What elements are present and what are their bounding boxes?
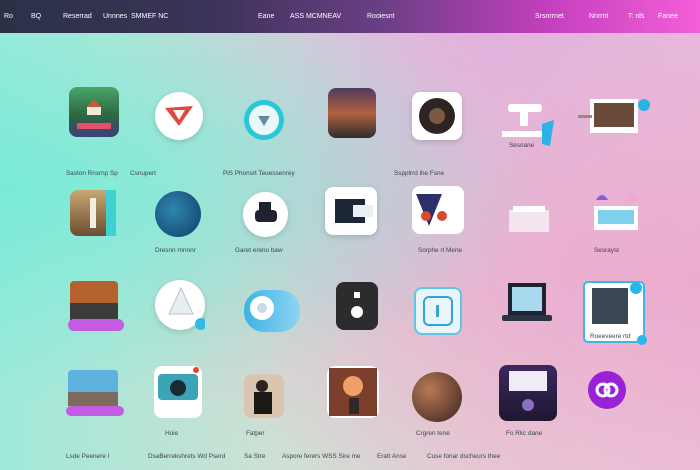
footer-link-3[interactable]: Sa Stre [244,453,265,460]
laptop-icon[interactable] [502,281,552,325]
menu-item-8[interactable]: Srsnrrnet [535,13,564,20]
city-photo-icon[interactable] [68,281,124,333]
footer-link-2[interactable]: DsaBerrekshrets Wd Pserd [148,453,225,460]
menu-item-10[interactable]: T: nls [628,13,644,20]
laptop-window-icon[interactable] [505,192,551,236]
info-icon[interactable] [414,287,462,335]
globe-icon[interactable] [155,191,201,237]
menu-item-1[interactable]: BQ [31,13,41,20]
menu-item-9[interactable]: Nnrrnt [589,13,608,20]
footer-link-6[interactable]: Cuse fonar dscheurs thee [427,453,500,460]
person-photo-icon[interactable] [244,374,284,418]
footer-link-5[interactable]: Eratt Anse [377,453,407,460]
fire-photo-icon[interactable] [327,366,379,418]
menu-item-5[interactable]: Eane [258,13,274,20]
camera-box-icon[interactable] [325,187,377,235]
paper-plane-icon[interactable] [155,92,203,140]
menu-item-6[interactable]: ASS MCMNEAV [290,13,341,20]
row1-label-c: PiS Phonsrt Teuessenrey [223,170,295,177]
speaker-icon[interactable] [336,282,378,330]
row2-label-b: Garet ereno baw [235,247,283,254]
cake-icon[interactable] [590,188,642,236]
menu-item-11[interactable]: Fanee [658,13,678,20]
camera-tablet-icon[interactable] [154,366,202,418]
link-icon[interactable] [588,371,626,409]
row2-label-c: Sorphe rt Mene [418,247,463,254]
sailboat-icon[interactable] [155,280,205,330]
coffee-icon[interactable] [412,92,462,140]
sunset-photo-icon[interactable] [328,88,376,138]
menu-item-logo[interactable]: Ro [4,13,13,20]
character-icon[interactable] [412,186,464,234]
footer-link-1[interactable]: Lsde Peenere I [66,453,109,460]
beach-photo-icon[interactable] [66,368,124,420]
gamepad-icon[interactable] [243,192,288,237]
row1-label-d: Sspplrrd ihe Fsne [394,170,445,177]
row1-label-e: Sesoane [509,142,535,149]
top-menu-bar: Ro BQ Reserrad Unnnes SMMEF NC Eane ASS … [0,0,700,33]
landscape-photo-icon[interactable] [69,87,119,137]
monitor-icon[interactable] [499,365,557,421]
compass-icon[interactable] [244,100,284,140]
lighthouse-icon[interactable] [70,190,116,236]
menu-item-7[interactable]: Rooiesnt [367,13,395,20]
row2-label-a: Dresnn rnnnnr [155,247,196,254]
row1-label-a: Saston Rnsrnp Sp [66,170,118,177]
row3-label-a: Roeeveere rtd [590,333,631,340]
menu-item-3[interactable]: Unnnes [103,13,127,20]
menu-item-4[interactable]: SMMEF NC [131,13,168,20]
toggle-icon[interactable] [244,290,300,332]
menu-item-2[interactable]: Reserrad [63,13,92,20]
row2-label-d: Sesrayst [594,247,619,254]
orb-icon[interactable] [412,372,462,422]
row4-label-b: Fatper [246,430,265,437]
row4-label-d: Fo Rkc dane [506,430,543,437]
row4-label-a: Hoie [165,430,179,437]
footer-link-4[interactable]: Aspore ferers WSS Sire me [282,453,361,460]
photo-card-icon[interactable] [576,97,654,141]
row1-label-b: Csnupert [130,170,156,177]
row4-label-c: Crgren tene [416,430,450,437]
